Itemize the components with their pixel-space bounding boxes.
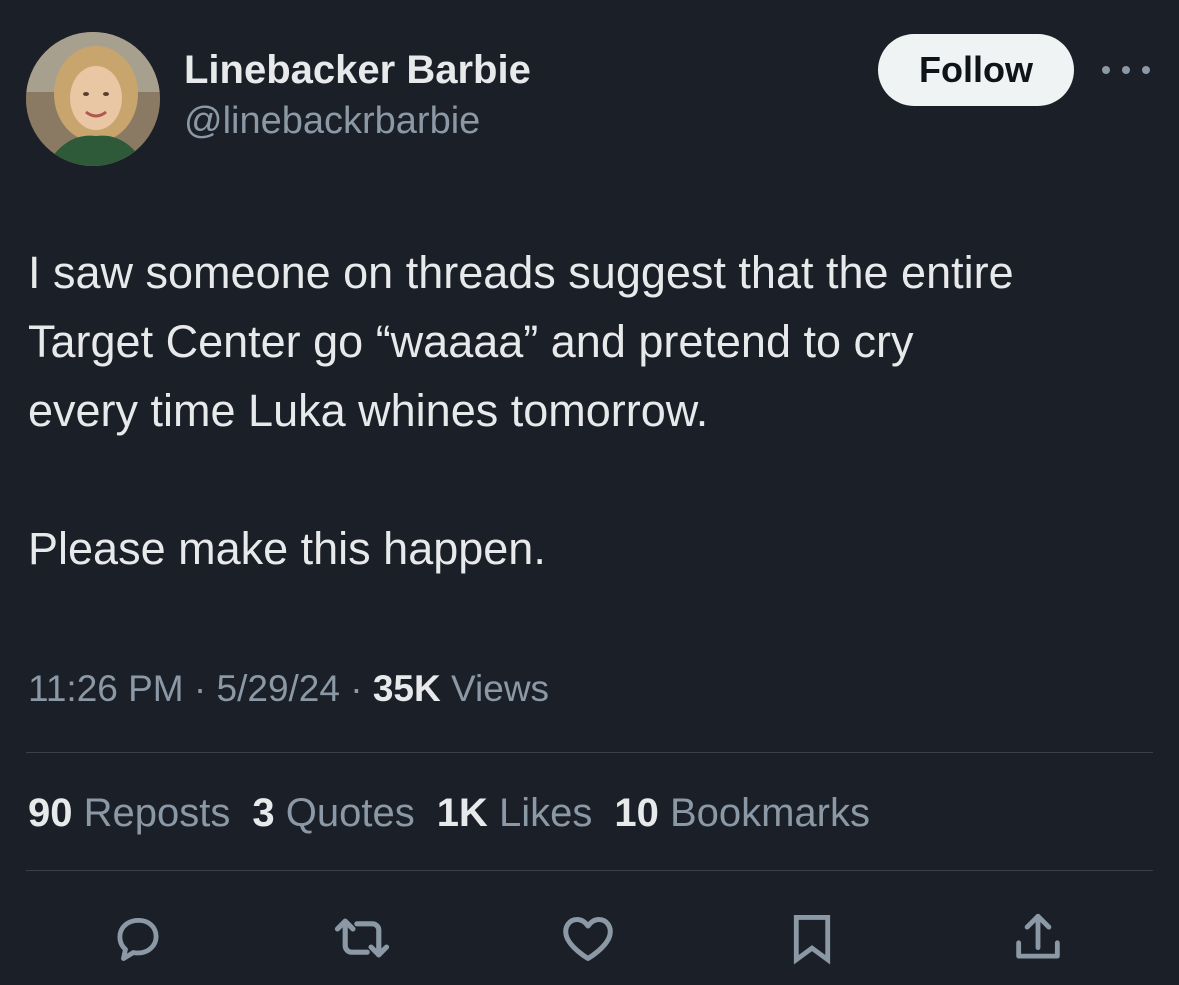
share-icon[interactable]: [1006, 906, 1070, 970]
avatar-image: [26, 32, 160, 166]
reposts-label: Reposts: [72, 791, 231, 835]
quotes-label: Quotes: [274, 791, 415, 835]
bookmark-icon[interactable]: [780, 906, 844, 970]
meta-separator: ·: [183, 668, 217, 709]
follow-button[interactable]: Follow: [878, 34, 1074, 106]
likes-stat[interactable]: 1K Likes: [437, 791, 593, 835]
tweet-text: I saw someone on threads suggest that th…: [28, 238, 1158, 583]
divider: [26, 752, 1153, 753]
likes-count: 1K: [436, 791, 488, 835]
action-bar: [0, 900, 1179, 980]
author-names: Linebacker Barbie @linebackrbarbie: [184, 46, 531, 144]
more-icon[interactable]: [1102, 56, 1150, 84]
tweet-date[interactable]: 5/29/24: [217, 668, 340, 709]
meta-separator: ·: [339, 668, 373, 709]
bookmarks-label: Bookmarks: [658, 791, 870, 835]
user-handle[interactable]: @linebackrbarbie: [184, 98, 531, 144]
avatar[interactable]: [26, 32, 160, 166]
quotes-stat[interactable]: 3 Quotes: [252, 791, 414, 835]
views-count: 35K: [372, 668, 441, 709]
engagement-stats: 90 Reposts 3 Quotes 1K Likes 10 Bookmarks: [28, 788, 892, 838]
repost-icon[interactable]: [330, 906, 394, 970]
reply-icon[interactable]: [106, 906, 170, 970]
likes-label: Likes: [487, 791, 593, 835]
divider: [26, 870, 1153, 871]
more-dot: [1122, 66, 1130, 74]
quotes-count: 3: [252, 791, 275, 835]
reposts-stat[interactable]: 90 Reposts: [28, 791, 230, 835]
more-dot: [1142, 66, 1150, 74]
bookmarks-count: 10: [614, 791, 659, 835]
tweet-line: I saw someone on threads suggest that th…: [28, 247, 1014, 298]
reposts-count: 90: [28, 791, 73, 835]
tweet-line: Target Center go “waaaa” and pretend to …: [28, 316, 914, 367]
bookmarks-stat[interactable]: 10 Bookmarks: [614, 791, 870, 835]
tweet-meta: 11:26 PM · 5/29/24 · 35K Views: [28, 664, 549, 714]
more-dot: [1102, 66, 1110, 74]
tweet-line: Please make this happen.: [28, 523, 546, 574]
display-name[interactable]: Linebacker Barbie: [184, 46, 531, 94]
heart-icon[interactable]: [556, 906, 620, 970]
tweet-header: Linebacker Barbie @linebackrbarbie Follo…: [26, 32, 1153, 167]
views-label: Views: [440, 668, 550, 709]
tweet-time[interactable]: 11:26 PM: [28, 668, 184, 709]
tweet-line: every time Luka whines tomorrow.: [28, 385, 709, 436]
